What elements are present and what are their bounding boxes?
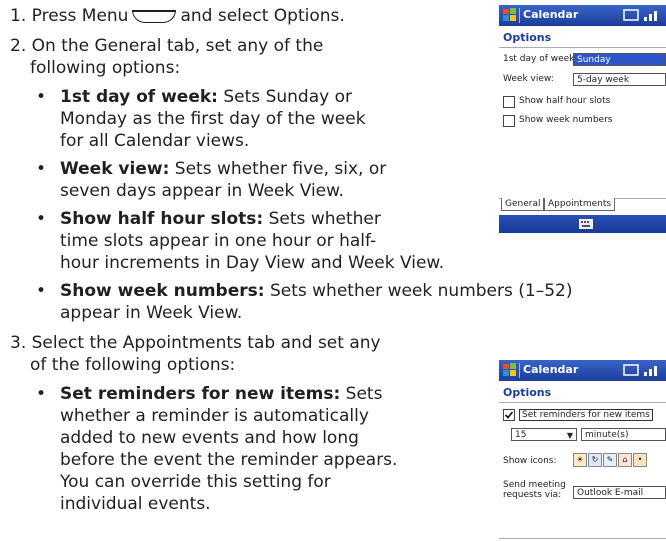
bottom-menu-bar bbox=[499, 215, 666, 233]
first-day-label: 1st day of week: bbox=[503, 54, 578, 64]
option-desc: Show week numbers: Sets whether week num… bbox=[60, 280, 572, 302]
reminder-number-select[interactable]: 15 ▼ bbox=[511, 428, 577, 441]
half-hour-checkbox[interactable] bbox=[503, 96, 515, 108]
chevron-down-icon: ▼ bbox=[566, 431, 573, 440]
reminder-unit-select[interactable]: minute(s) bbox=[581, 428, 666, 441]
step-1: 1. Press Menu and select Options. bbox=[10, 5, 345, 27]
meeting-icon[interactable]: • bbox=[633, 453, 647, 467]
home-icon[interactable]: ⌂ bbox=[618, 453, 632, 467]
step-text: Press Menu bbox=[31, 6, 129, 26]
first-day-select[interactable]: Sunday bbox=[573, 53, 666, 66]
windows-flag-icon bbox=[503, 8, 516, 21]
divider bbox=[499, 402, 666, 403]
app-title: Calendar bbox=[523, 363, 579, 376]
bullet: • bbox=[36, 159, 47, 179]
recurrence-icon[interactable]: ↻ bbox=[588, 453, 602, 467]
step-text: Select the Appointments tab and set any bbox=[31, 333, 381, 353]
signal-icon bbox=[623, 364, 657, 376]
title-separator bbox=[519, 363, 520, 378]
icon-toggle-row: ☀ ↻ ✎ ⌂ • bbox=[573, 453, 666, 467]
checkmark-icon bbox=[504, 411, 514, 419]
status-icons bbox=[622, 363, 666, 380]
step-2: 2. On the General tab, set any of the bbox=[10, 35, 323, 57]
option-desc: 1st day of week: Sets Sunday or bbox=[60, 86, 352, 108]
divider bbox=[499, 538, 666, 539]
step-number: 1. bbox=[10, 6, 27, 26]
reminder-icon[interactable]: ☀ bbox=[573, 453, 587, 467]
note-icon[interactable]: ✎ bbox=[603, 453, 617, 467]
week-numbers-checkbox[interactable] bbox=[503, 115, 515, 127]
week-view-select[interactable]: 5-day week bbox=[573, 73, 666, 86]
menu-key-icon bbox=[132, 9, 177, 23]
option-term: Show week numbers: bbox=[60, 281, 265, 301]
step-number: 3. bbox=[10, 333, 27, 353]
bullet: • bbox=[36, 281, 47, 301]
option-text: individual events. bbox=[60, 494, 211, 514]
step-text: and select Options. bbox=[180, 6, 345, 26]
send-meeting-label: Send meeting bbox=[503, 480, 566, 490]
option-term: 1st day of week: bbox=[60, 87, 218, 107]
option-text: appear in Week View. bbox=[60, 303, 243, 323]
option-desc: Show half hour slots: Sets whether bbox=[60, 208, 381, 230]
title-bar: Calendar bbox=[499, 5, 666, 26]
screenshot-general-tab: Calendar Options 1st day of week: Sunday… bbox=[499, 5, 666, 233]
step-text: On the General tab, set any of the bbox=[31, 36, 324, 56]
option-text: Sets whether week numbers (1–52) bbox=[264, 281, 573, 301]
keyboard-icon[interactable] bbox=[579, 219, 593, 229]
option-desc: Set reminders for new items: Sets bbox=[60, 383, 382, 405]
screenshot-appointments-tab: Calendar Options Set reminders for new i… bbox=[499, 360, 666, 541]
option-term: Show half hour slots: bbox=[60, 209, 264, 229]
week-numbers-label: Show week numbers bbox=[519, 115, 613, 125]
option-text: Sets Sunday or bbox=[217, 87, 352, 107]
option-term: Set reminders for new items: bbox=[60, 384, 341, 404]
option-text: Sets bbox=[340, 384, 383, 404]
windows-flag-icon bbox=[503, 363, 516, 376]
tab-appointments[interactable]: Appointments bbox=[544, 198, 616, 211]
title-separator bbox=[519, 8, 520, 23]
signal-icon bbox=[623, 9, 657, 21]
option-text: before the event the reminder appears. bbox=[60, 450, 398, 470]
option-text: Sets whether bbox=[263, 209, 381, 229]
status-icons bbox=[622, 8, 666, 25]
step-text: following options: bbox=[30, 58, 181, 78]
bullet: • bbox=[36, 209, 47, 229]
step-3: 3. Select the Appointments tab and set a… bbox=[10, 332, 381, 354]
week-view-label: Week view: bbox=[503, 74, 554, 84]
option-text: You can override this setting for bbox=[60, 472, 331, 492]
show-icons-label: Show icons: bbox=[503, 456, 557, 466]
option-text: for all Calendar views. bbox=[60, 131, 250, 151]
half-hour-label: Show half hour slots bbox=[519, 96, 611, 106]
bullet: • bbox=[36, 87, 47, 107]
tab-general[interactable]: General bbox=[501, 198, 545, 211]
bullet: • bbox=[36, 384, 47, 404]
title-bar: Calendar bbox=[499, 360, 666, 381]
option-text: Monday as the first day of the week bbox=[60, 109, 366, 129]
app-title: Calendar bbox=[523, 8, 579, 21]
reminder-number-value: 15 bbox=[515, 430, 527, 440]
option-term: Week view: bbox=[60, 159, 170, 179]
option-desc: Week view: Sets whether five, six, or bbox=[60, 158, 386, 180]
option-text: added to new events and how long bbox=[60, 428, 359, 448]
option-text: whether a reminder is automatically bbox=[60, 406, 369, 426]
options-heading: Options bbox=[503, 31, 552, 44]
step-text: of the following options: bbox=[30, 355, 236, 375]
option-text: time slots appear in one hour or half- bbox=[60, 231, 377, 251]
reminders-label: Set reminders for new items bbox=[519, 409, 653, 421]
option-text: hour increments in Day View and Week Vie… bbox=[60, 253, 445, 273]
option-text: Sets whether five, six, or bbox=[169, 159, 387, 179]
option-text: seven days appear in Week View. bbox=[60, 181, 344, 201]
options-heading: Options bbox=[503, 386, 552, 399]
send-meeting-label-2: requests via: bbox=[503, 490, 562, 500]
divider bbox=[499, 47, 666, 48]
send-via-select[interactable]: Outlook E-mail bbox=[573, 486, 666, 499]
reminders-checkbox[interactable] bbox=[503, 409, 515, 421]
step-number: 2. bbox=[10, 36, 27, 56]
